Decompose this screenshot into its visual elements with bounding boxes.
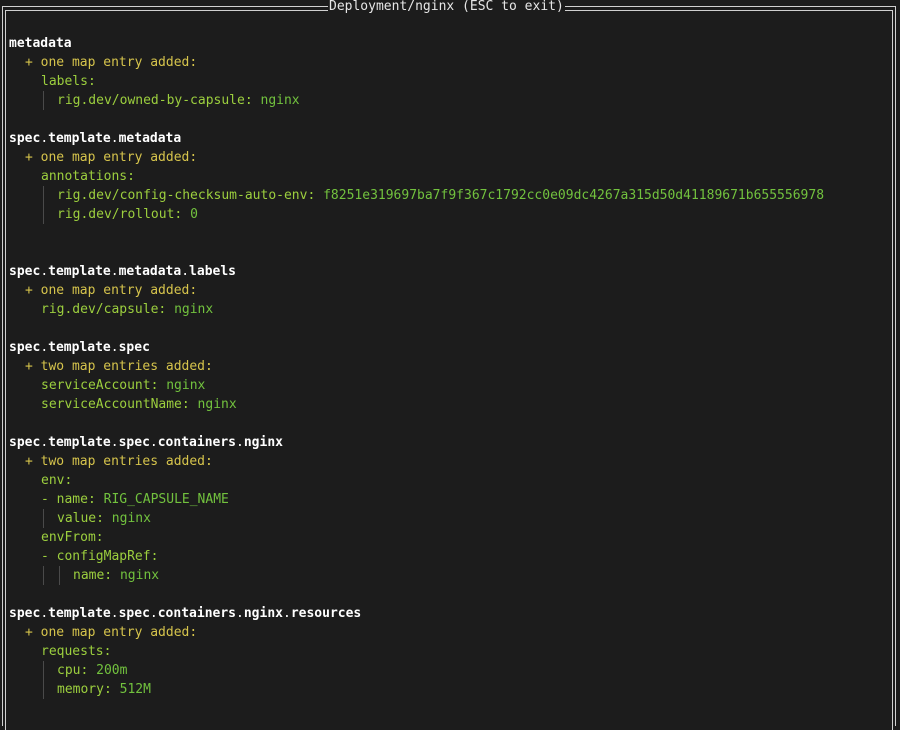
diff-line: rig.dev/owned-by-capsule: nginx — [9, 91, 824, 110]
change-summary: + two map entries added: — [25, 359, 213, 374]
section-path-metadata: metadata — [9, 36, 72, 51]
change-summary: + one map entry added: — [25, 55, 198, 70]
section-path-spec-template-spec-containers-nginx-resources: spec.template.spec.containers.nginx.reso… — [9, 606, 362, 621]
section-path-spec-template-spec: spec.template.spec — [9, 340, 150, 355]
diff-line: labels: — [41, 74, 96, 89]
diff-line: cpu: 200m — [9, 661, 824, 680]
indent-guide — [43, 186, 44, 205]
diff-line: name: nginx — [9, 566, 824, 585]
window-title: Deployment/nginx (ESC to exit) — [328, 0, 565, 14]
section-path-spec-template-metadata: spec.template.metadata — [9, 131, 182, 146]
indent-guide — [59, 566, 60, 585]
indent-guide — [43, 509, 44, 528]
diff-line: rig.dev/capsule: nginx — [41, 302, 214, 317]
change-summary: + two map entries added: — [25, 454, 213, 469]
diff-line: rig.dev/config-checksum-auto-env: f8251e… — [9, 186, 824, 205]
indent-guide — [43, 566, 44, 585]
diff-line: env: — [41, 473, 73, 488]
diff-line: memory: 512M — [9, 680, 824, 699]
diff-line: - configMapRef: — [41, 549, 159, 564]
diff-viewer[interactable]: metadata + one map entry added: labels: … — [9, 34, 824, 699]
section-path-spec-template-spec-containers-nginx: spec.template.spec.containers.nginx — [9, 435, 283, 450]
diff-line: value: nginx — [9, 509, 824, 528]
diff-line: envFrom: — [41, 530, 104, 545]
change-summary: + one map entry added: — [25, 150, 198, 165]
diff-line: annotations: — [41, 169, 135, 184]
diff-line: - name: RIG_CAPSULE_NAME — [41, 492, 229, 507]
section-path-spec-template-metadata-labels: spec.template.metadata.labels — [9, 264, 237, 279]
indent-guide — [43, 205, 44, 224]
diff-line: serviceAccountName: nginx — [41, 397, 237, 412]
diff-line: requests: — [41, 644, 112, 659]
indent-guide — [43, 91, 44, 110]
diff-line: rig.dev/rollout: 0 — [9, 205, 824, 224]
change-summary: + one map entry added: — [25, 283, 198, 298]
diff-line: serviceAccount: nginx — [41, 378, 206, 393]
indent-guide — [43, 661, 44, 680]
indent-guide — [43, 680, 44, 699]
change-summary: + one map entry added: — [25, 625, 198, 640]
